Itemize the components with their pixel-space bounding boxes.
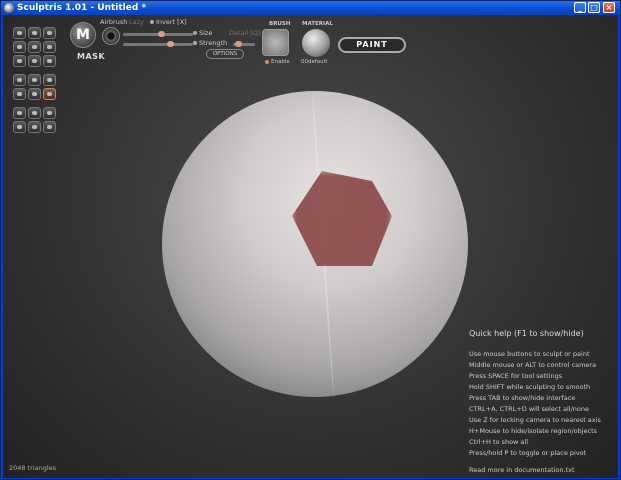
size-slider-handle[interactable] <box>157 31 165 37</box>
reduce-icon[interactable] <box>13 88 26 100</box>
smooth-icon[interactable] <box>43 55 56 67</box>
paint-button[interactable]: PAINT <box>338 37 406 53</box>
invert-radio-icon <box>150 20 154 24</box>
app-window: Sculptris 1.01 - Untitled * _ □ × M MASK… <box>0 0 621 480</box>
enable-text: Enable <box>271 59 290 65</box>
triangle-count: 2048 triangles <box>9 464 57 472</box>
rotate-icon[interactable] <box>28 27 41 39</box>
strength-slider[interactable] <box>123 41 193 47</box>
brush-preview-knob[interactable] <box>102 27 120 45</box>
brush-texture-thumbnail[interactable] <box>262 29 289 56</box>
help-line: Press TAB to show/hide interface <box>469 394 576 402</box>
strength-slider-handle[interactable] <box>167 41 175 47</box>
size-dot-icon <box>193 31 197 35</box>
invert-toggle[interactable]: Invert [X] <box>150 18 187 26</box>
help-line: H+Mouse to hide/isolate region/objects <box>469 427 598 435</box>
redo-icon[interactable] <box>28 107 41 119</box>
help-line: Press SPACE for tool settings <box>469 372 563 380</box>
options-button[interactable]: OPTIONS <box>206 49 244 59</box>
sculpt-sphere-model[interactable] <box>162 91 468 397</box>
airbrush-toggle[interactable]: Airbrush <box>100 18 127 26</box>
grab-icon[interactable] <box>28 55 41 67</box>
close-icon[interactable]: × <box>603 2 615 13</box>
wireframe-icon[interactable] <box>28 74 41 86</box>
help-line: Use Z for locking camera to nearest axis <box>469 416 601 424</box>
help-line: CTRL+A, CTRL+D will select all/none <box>469 405 590 413</box>
lazy-toggle[interactable]: Lazy <box>129 18 144 26</box>
save-icon[interactable] <box>13 121 26 133</box>
symmetry-icon[interactable] <box>13 74 26 86</box>
enable-radio-icon <box>265 59 269 64</box>
detail-slider[interactable] <box>233 41 255 47</box>
size-slider[interactable] <box>123 31 193 37</box>
flatten-icon[interactable] <box>28 41 41 53</box>
undo-icon[interactable] <box>13 107 26 119</box>
maximize-icon[interactable]: □ <box>588 2 600 13</box>
scale-icon[interactable] <box>43 27 56 39</box>
crease-icon[interactable] <box>13 27 26 39</box>
new-icon[interactable] <box>43 121 56 133</box>
size-label: Size <box>193 29 212 37</box>
help-line: Use mouse buttons to sculpt or paint <box>469 350 590 358</box>
open-icon[interactable] <box>28 121 41 133</box>
mask-button[interactable]: M <box>70 22 96 48</box>
size-text: Size <box>199 29 213 37</box>
strength-label: Strength <box>193 39 227 47</box>
window-title: Sculptris 1.01 - Untitled * <box>17 3 147 13</box>
pinch-icon[interactable] <box>43 41 56 53</box>
enable-toggle[interactable]: Enable <box>265 59 290 65</box>
draw-icon[interactable] <box>13 41 26 53</box>
minimize-icon[interactable]: _ <box>574 2 586 13</box>
mask-label: MASK <box>77 52 106 61</box>
detail-slider-handle[interactable] <box>235 41 242 47</box>
sculptris-app-icon <box>4 3 14 13</box>
painted-region <box>292 171 392 266</box>
title-bar[interactable]: Sculptris 1.01 - Untitled * _ □ × <box>1 1 620 15</box>
material-header: MATERIAL <box>302 21 333 27</box>
detail-label[interactable]: Detail [Q] <box>229 29 260 37</box>
help-line: Press/hold P to toggle or place pivot <box>469 449 587 457</box>
material-name: 00default <box>301 59 328 65</box>
brush-header: BRUSH <box>269 21 291 27</box>
paint-mode-icon[interactable] <box>43 88 56 100</box>
inflate-icon[interactable] <box>13 55 26 67</box>
help-line: Hold SHIFT while sculpting to smooth <box>469 383 591 391</box>
strength-dot-icon <box>193 41 197 45</box>
help-line: Middle mouse or ALT to control camera <box>469 361 597 369</box>
quick-help-title: Quick help (F1 to show/hide) <box>469 329 584 338</box>
grid-icon[interactable] <box>43 74 56 86</box>
help-footer: Read more in documentation.txt <box>469 466 575 474</box>
sculpt-viewport[interactable]: M MASK Airbrush Lazy Invert [X] Size Det… <box>3 15 618 478</box>
invert-label: Invert [X] <box>156 18 187 26</box>
settings-icon[interactable] <box>43 107 56 119</box>
mirror-icon[interactable] <box>28 88 41 100</box>
strength-text: Strength <box>199 39 228 47</box>
help-line: Ctrl+H to show all <box>469 438 529 446</box>
material-thumbnail[interactable] <box>302 29 330 57</box>
